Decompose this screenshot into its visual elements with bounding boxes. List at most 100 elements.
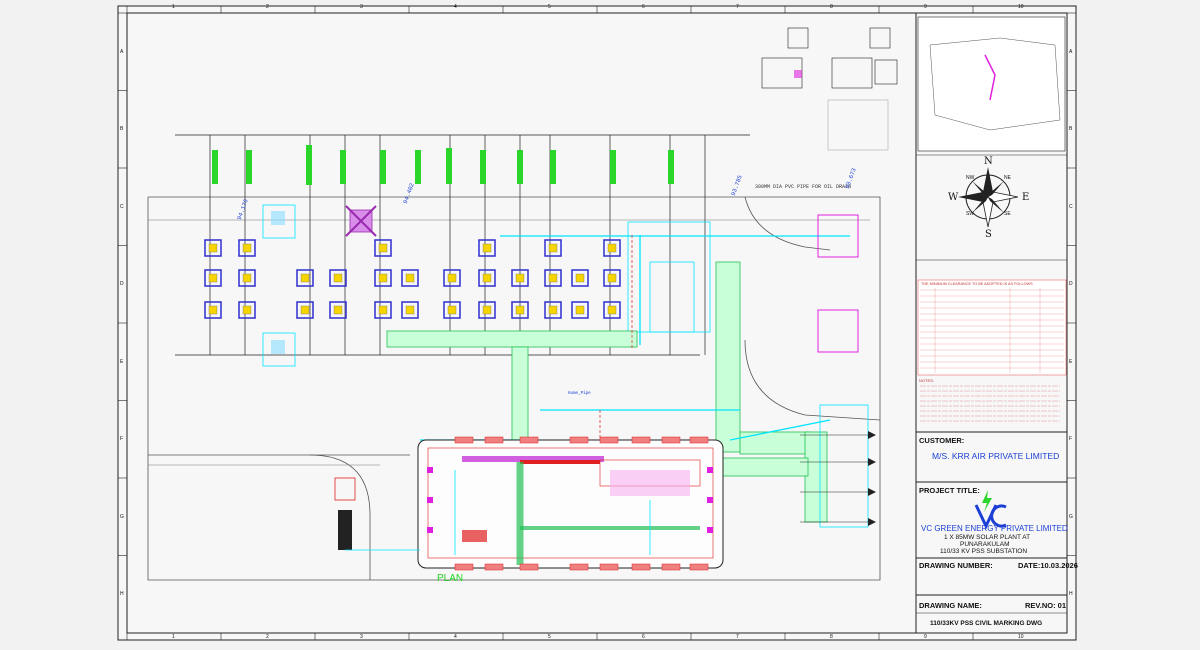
lintel [569,563,589,571]
grid-column-label: 1 [172,4,175,10]
lintel [519,436,539,444]
column-marker [427,527,433,533]
equipment-pedestal [333,305,343,315]
equipment-pedestal [482,273,492,283]
project-line-2: PUNARAKULAM [960,541,1010,548]
grid-column-label: 7 [736,4,739,10]
equipment-pedestal [447,305,457,315]
grid-column-label: 4 [454,4,457,10]
compass-se-label: SE [1004,211,1011,217]
grid-row-label: G [120,513,124,520]
transformer-symbol [345,205,377,237]
grid-column-label: 2 [266,4,269,10]
lintel [599,436,619,444]
equipment-pedestal [575,273,585,283]
equipment-pedestal [405,273,415,283]
compass-w-label: W [948,192,959,203]
grid-row-label: F [1069,436,1073,443]
equipment-pedestal [575,305,585,315]
lintel [454,563,474,571]
oil-drain-label: 300MM DIA PVC PIPE FOR OIL DRAIN [755,184,852,190]
lintel [689,436,709,444]
equipment-pedestal [607,273,617,283]
equipment-pedestal [548,243,558,253]
equipment-pedestal [515,273,525,283]
control-building [417,439,724,569]
grid-column-label: 2 [266,634,269,640]
clearance-table-title: THE MINIMUM CLEARANCE TO BE ADOPTED IS A… [921,282,1033,286]
grid-row-label: A [1069,48,1073,55]
grid-column-label: 9 [924,4,927,10]
equipment-pedestal [208,305,218,315]
lintel [484,563,504,571]
compass-e-label: E [1022,192,1030,203]
grid-row-label: H [120,591,124,598]
grid-row-label: B [120,126,124,133]
equipment-pedestal [300,273,310,283]
equipment-pedestal [378,273,388,283]
equipment-pedestal [242,273,252,283]
equipment-pedestal [447,273,457,283]
lintel [484,436,504,444]
equipment-pedestal [548,305,558,315]
lintel [631,563,651,571]
equipment-pedestal [548,273,558,283]
lintel [661,563,681,571]
grid-row-label: B [1069,126,1073,133]
rev-label: REV.NO: 01 [1025,601,1066,610]
equipment-pedestal [300,305,310,315]
customer-label: CUSTOMER: [919,436,965,445]
lintel [519,563,539,571]
grid-column-label: 6 [642,4,645,10]
column-marker [427,497,433,503]
compass-n-label: N [984,156,993,167]
grid-column-label: 5 [548,4,551,10]
grid-column-label: 7 [736,634,739,640]
column-marker [707,527,713,533]
equipment-pedestal [242,243,252,253]
company-name: VC GREEN ENERGY PRIVATE LIMITED [921,524,1068,533]
column-marker [707,497,713,503]
grid-row-label: D [1069,281,1073,288]
grid-column-label: 3 [360,634,363,640]
lintel [454,436,474,444]
project-line-3: 110/33 KV PSS SUBSTATION [940,548,1028,555]
grid-row-label: C [1069,203,1073,210]
plan-label: PLAN [437,573,464,584]
equipment-pedestal [333,273,343,283]
compass-nw-label: NW [966,175,975,181]
grid-row-label: D [120,281,124,288]
lintel [569,436,589,444]
customer-name: M/S. KRR AIR PRIVATE LIMITED [932,451,1060,461]
hume-pipe-label: Hume_Pipe [568,392,591,396]
grid-row-label: E [1069,358,1073,365]
column-marker [707,467,713,473]
grid-row-label: A [120,48,124,55]
lintel [599,563,619,571]
grid-column-label: 6 [642,634,645,640]
project-title-label: PROJECT TITLE: [919,486,980,495]
equipment-pedestal [482,243,492,253]
grid-row-label: G [1069,513,1073,520]
equipment-pedestal [378,243,388,253]
compass-s-label: S [985,229,992,240]
column-marker [427,467,433,473]
grid-row-label: C [120,203,124,210]
grid-column-label: 10 [1018,634,1024,640]
grid-column-label: 8 [830,4,833,10]
compass-sw-label: SW [966,211,975,217]
notes-heading: NOTES: [919,378,934,383]
grid-row-label: E [120,358,124,365]
drawing-name-label: DRAWING NAME: [919,601,982,610]
project-line-1: 1 X 85MW SOLAR PLANT AT [944,534,1031,541]
grid-column-label: 3 [360,4,363,10]
date-label: DATE:10.03.2026 [1018,561,1078,570]
grid-column-label: 1 [172,634,175,640]
equipment-pedestal [482,305,492,315]
grid-column-label: 8 [830,634,833,640]
grid-row-label: F [120,436,124,443]
equipment-pedestal [405,305,415,315]
equipment-pedestal [242,305,252,315]
equipment-pedestal [515,305,525,315]
equipment-pedestal [607,305,617,315]
